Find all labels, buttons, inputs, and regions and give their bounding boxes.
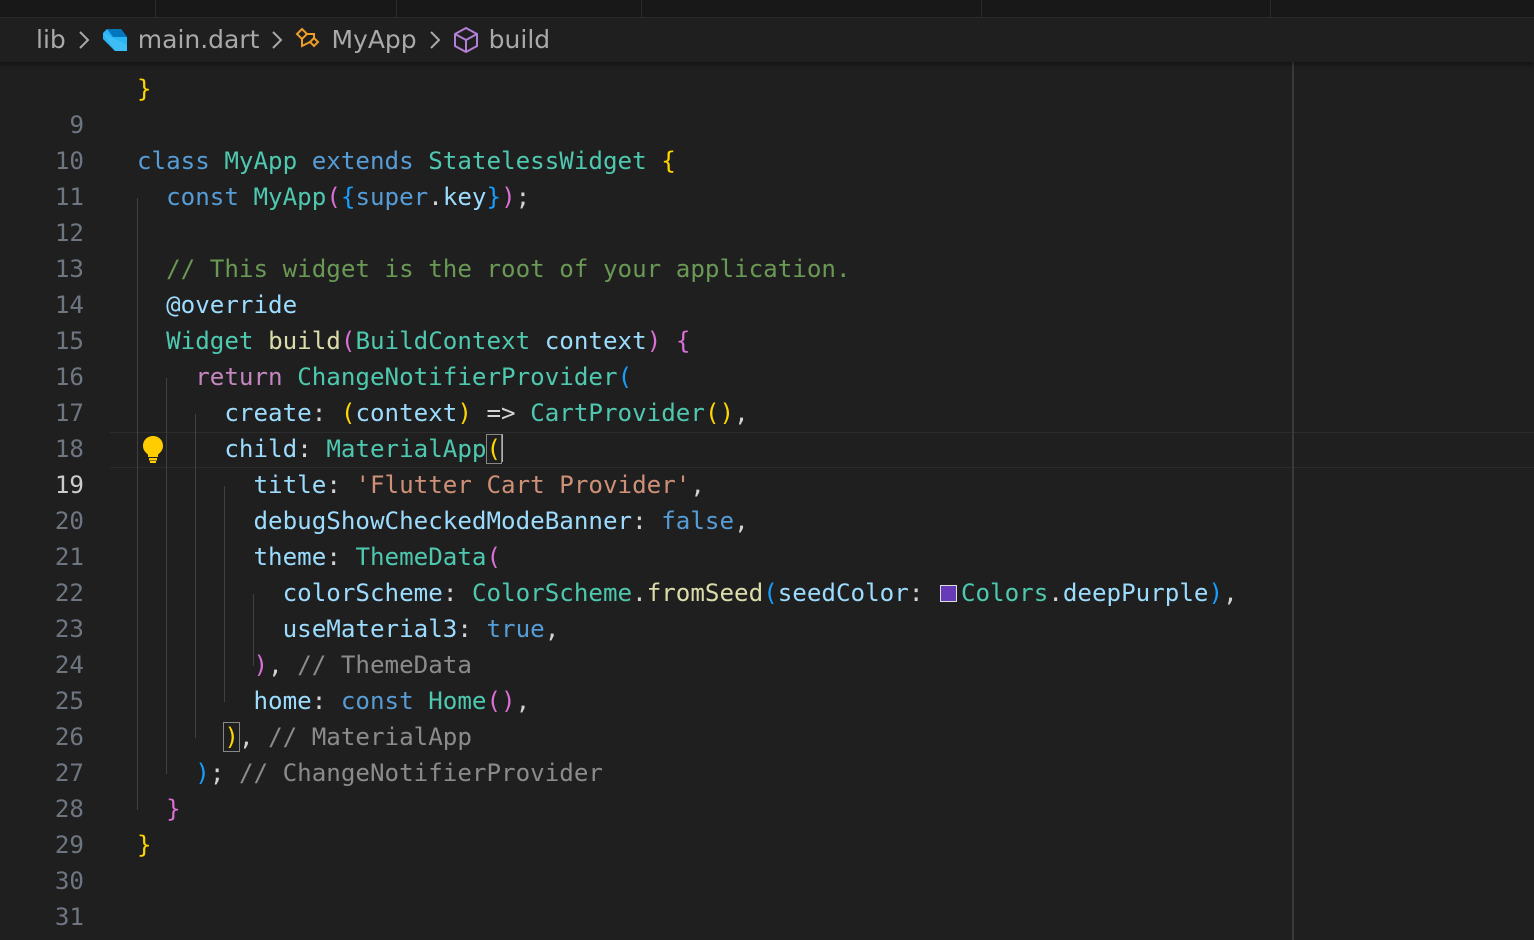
code-line: 21 debugShowCheckedModeBanner: false,	[0, 503, 1534, 571]
code-line: 29 }	[0, 791, 1534, 859]
code-line: 27 ), // MaterialApp	[0, 719, 1534, 787]
chevron-right-icon	[79, 31, 90, 49]
tab-divider	[1270, 0, 1271, 17]
code-line: 25 ), // ThemeData	[0, 647, 1534, 715]
code-line: 13	[0, 215, 1534, 283]
code-line-active: 19 child: MaterialApp(	[0, 431, 1534, 499]
code-line: 24 useMaterial3: true,	[0, 611, 1534, 679]
tab-divider	[981, 0, 982, 17]
dart-file-icon	[102, 29, 127, 51]
closing-label-hint: // ChangeNotifierProvider	[238, 759, 603, 787]
closing-label-hint: // ThemeData	[297, 651, 472, 679]
breadcrumb-class[interactable]: MyApp	[293, 18, 417, 62]
closing-label-hint: // MaterialApp	[268, 723, 472, 751]
code-editor[interactable]: ▔▔ ▔▔▔▔▔▔▔▔▔▔▔▔▔▔▔ 9 } 10 11 class MyApp…	[0, 62, 1534, 940]
code-line: 12 const MyApp({super.key});	[0, 179, 1534, 247]
chevron-right-icon	[429, 31, 441, 49]
breadcrumb-method[interactable]: build	[451, 18, 550, 62]
tab-divider	[396, 0, 397, 17]
breadcrumb-folder-label: lib	[36, 25, 66, 54]
breadcrumb-file[interactable]: main.dart	[100, 18, 260, 62]
tab-divider	[641, 0, 642, 17]
code-line: 17 return ChangeNotifierProvider(	[0, 359, 1534, 427]
code-line: 26 home: const Home(),	[0, 683, 1534, 751]
tab-divider	[155, 0, 156, 17]
code-line: 20 title: 'Flutter Cart Provider',	[0, 467, 1534, 535]
breadcrumb-file-label: main.dart	[137, 25, 260, 54]
code-line: 22 theme: ThemeData(	[0, 539, 1534, 607]
matched-bracket: (	[485, 434, 503, 464]
code-line: 10	[0, 107, 1534, 175]
color-swatch[interactable]	[939, 585, 957, 602]
breadcrumb-method-label: build	[488, 25, 551, 54]
breadcrumb: lib main.dart MyApp build	[0, 18, 1534, 62]
code-line: 18 create: (context) => CartProvider(),	[0, 395, 1534, 463]
chevron-right-icon	[272, 31, 283, 49]
code-line: 28 ); // ChangeNotifierProvider	[0, 755, 1534, 823]
code-line: 14 // This widget is the root of your ap…	[0, 251, 1534, 319]
code-line: 9 }	[0, 71, 1534, 139]
method-symbol-icon	[453, 26, 478, 54]
code-line: 23 colorScheme: ColorScheme.fromSeed(see…	[0, 575, 1534, 643]
class-symbol-icon	[296, 27, 320, 48]
tab-strip	[0, 0, 1534, 18]
line-number: 31	[54, 903, 84, 931]
breadcrumb-folder[interactable]: lib	[36, 18, 66, 62]
code-line: 16 Widget build(BuildContext context) {	[0, 323, 1534, 391]
code-line: 31	[0, 863, 1534, 931]
code-line: 30 }	[0, 827, 1534, 895]
text-cursor	[501, 434, 504, 462]
code-line: 11 class MyApp extends StatelessWidget {	[0, 143, 1534, 211]
breadcrumb-class-label: MyApp	[331, 25, 417, 54]
matched-bracket: )	[223, 722, 240, 752]
code-line: 15 @override	[0, 287, 1534, 355]
